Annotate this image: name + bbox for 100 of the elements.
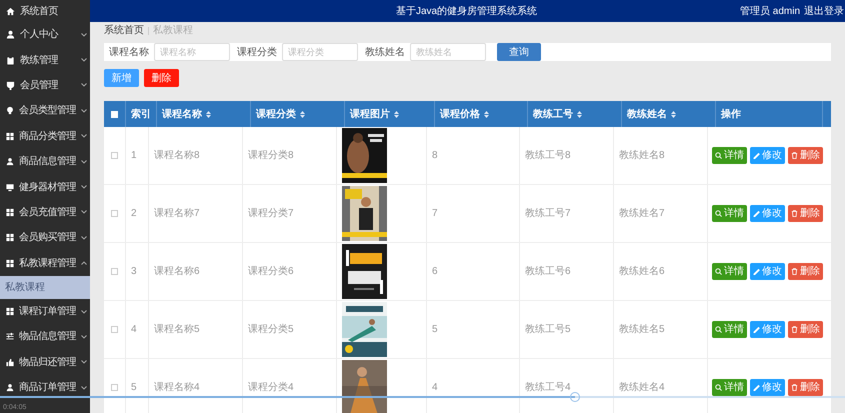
clipboard-icon — [6, 56, 15, 65]
edit-button[interactable]: 修改 — [750, 379, 785, 396]
sidebar-item[interactable]: 物品信息管理 — [0, 324, 90, 350]
sidebar-item[interactable]: 商品订单管理 — [0, 375, 90, 400]
progress-handle[interactable] — [570, 392, 580, 402]
search-field[interactable]: 教练姓名 — [410, 43, 486, 61]
column-header[interactable]: 课程价格 — [435, 101, 528, 127]
edit-button[interactable]: 修改 — [750, 147, 785, 164]
column-header[interactable]: 教练姓名 — [622, 101, 716, 127]
thumb-icon — [6, 358, 14, 367]
search-field[interactable]: 课程分类 — [282, 43, 358, 61]
sort-icon[interactable] — [394, 110, 399, 118]
chevron-down-icon — [81, 134, 87, 138]
grid-icon — [6, 258, 14, 268]
sidebar-item[interactable]: 会员充值管理 — [0, 200, 90, 226]
sidebar-subitem[interactable]: 私教课程 — [0, 276, 90, 299]
edit-button[interactable]: 修改 — [750, 205, 785, 222]
add-button[interactable]: 新增 — [104, 69, 139, 87]
detail-button[interactable]: 详情 — [712, 147, 747, 164]
sort-icon[interactable] — [671, 110, 676, 118]
trash-icon — [791, 210, 798, 217]
field-label: 课程名称 — [109, 46, 149, 60]
table-cell-text: 4 — [432, 381, 438, 395]
delete-button[interactable]: 删除 — [788, 321, 823, 338]
table-cell-text: 2 — [131, 207, 137, 221]
table-cell-text: 教练工号4 — [525, 381, 571, 395]
row-checkbox[interactable] — [111, 268, 118, 275]
delete-button[interactable]: 删除 — [788, 263, 823, 280]
home-icon — [6, 6, 15, 16]
search-icon — [715, 384, 722, 391]
search-field[interactable]: 课程名称 — [154, 43, 230, 61]
table-cell-text: 课程名称5 — [154, 323, 200, 337]
chevron-down-icon — [81, 386, 87, 390]
sort-icon[interactable] — [484, 110, 489, 118]
sidebar-item[interactable]: 会员购买管理 — [0, 225, 90, 251]
table-cell-text: 5 — [432, 323, 438, 337]
row-checkbox[interactable] — [111, 152, 118, 159]
sidebar-item[interactable]: 教练管理 — [0, 47, 90, 73]
row-checkbox[interactable] — [111, 210, 118, 217]
table-cell-text: 教练工号8 — [525, 149, 571, 163]
sidebar-item[interactable]: 物品归还管理 — [0, 350, 90, 376]
sidebar-item[interactable]: 课程订单管理 — [0, 298, 90, 324]
bulb-icon — [6, 106, 14, 116]
grid-icon — [6, 233, 14, 242]
delete-button[interactable]: 删除 — [144, 69, 179, 87]
sort-icon[interactable] — [300, 110, 305, 118]
field-label: 课程分类 — [237, 46, 277, 60]
detail-button[interactable]: 详情 — [712, 205, 747, 222]
table-cell-text: 课程分类7 — [248, 206, 294, 221]
table-cell-text: 课程名称6 — [154, 265, 200, 279]
breadcrumb-link[interactable]: 系统首页 — [104, 23, 144, 38]
sidebar-item[interactable]: 私教课程管理 — [0, 250, 90, 276]
column-header[interactable]: 课程名称 — [157, 101, 251, 127]
column-header[interactable]: 教练工号 — [528, 101, 622, 127]
sidebar-item[interactable]: 商品分类管理 — [0, 124, 90, 149]
chevron-down-icon — [81, 108, 87, 113]
column-header: 操作 — [716, 101, 823, 127]
search-button[interactable]: 查询 — [497, 43, 541, 61]
sort-icon[interactable] — [206, 110, 211, 118]
trash-icon — [791, 326, 798, 333]
user-icon — [6, 30, 15, 40]
delete-button[interactable]: 删除 — [788, 205, 823, 222]
detail-button[interactable]: 详情 — [712, 321, 747, 338]
column-header[interactable]: 课程图片 — [345, 101, 435, 127]
chevron-down-icon — [81, 360, 87, 364]
chevron-down-icon — [81, 310, 87, 314]
row-checkbox[interactable] — [111, 384, 118, 391]
sidebar-item[interactable]: 会员类型管理 — [0, 98, 90, 124]
table-cell-text: 课程名称4 — [154, 381, 200, 395]
table-cell-text: 课程分类4 — [248, 380, 294, 395]
field-label: 教练姓名 — [365, 46, 405, 60]
sidebar-item[interactable]: 商品信息管理 — [0, 148, 90, 174]
table-cell-text: 1 — [131, 149, 137, 163]
table-cell-text: 教练工号5 — [525, 323, 571, 337]
table-cell-text: 课程名称7 — [154, 207, 200, 221]
sidebar-item[interactable]: 个人中心 — [0, 22, 90, 48]
table-cell-text: 教练姓名4 — [619, 381, 665, 395]
chevron-down-icon — [81, 210, 87, 214]
table-cell-text: 课程分类5 — [248, 322, 294, 337]
pencil-icon — [753, 384, 760, 391]
detail-button[interactable]: 详情 — [712, 263, 747, 280]
table-cell-text: 7 — [432, 207, 438, 221]
delete-button[interactable]: 删除 — [788, 147, 823, 164]
table-cell-text: 4 — [131, 323, 137, 337]
row-checkbox[interactable] — [111, 326, 118, 333]
column-header[interactable]: 课程分类 — [251, 101, 345, 127]
search-icon — [715, 152, 722, 159]
sliders-icon — [6, 332, 14, 342]
table-cell-text: 教练姓名5 — [619, 323, 665, 337]
edit-button[interactable]: 修改 — [750, 321, 785, 338]
delete-button[interactable]: 删除 — [788, 379, 823, 396]
detail-button[interactable]: 详情 — [712, 379, 747, 396]
edit-button[interactable]: 修改 — [750, 263, 785, 280]
search-icon — [715, 268, 722, 275]
sidebar-item[interactable]: 系统首页 — [0, 0, 90, 22]
logout-link[interactable]: 退出登录 — [804, 4, 844, 18]
sidebar-item[interactable]: 会员管理 — [0, 72, 90, 98]
select-all-checkbox[interactable] — [111, 110, 118, 118]
sidebar-item[interactable]: 健身器材管理 — [0, 174, 90, 200]
sort-icon[interactable] — [577, 110, 582, 118]
